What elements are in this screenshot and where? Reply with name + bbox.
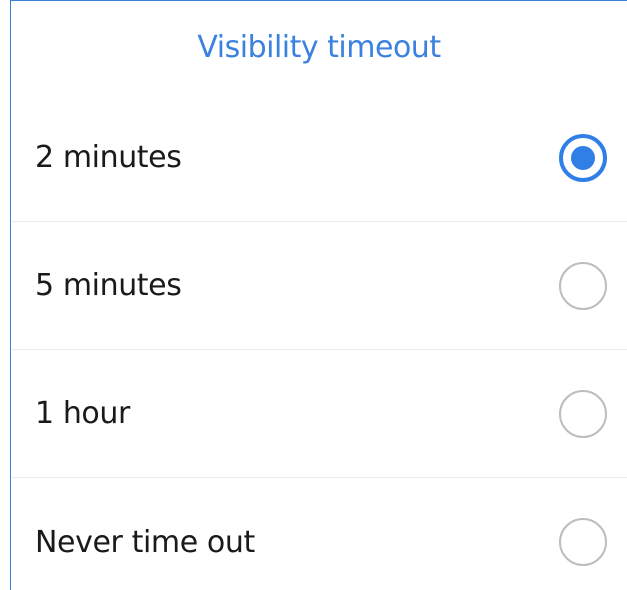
option-label: 2 minutes [35,140,182,175]
visibility-timeout-dialog: Visibility timeout 2 minutes 5 minutes 1… [10,0,627,590]
timeout-option-list: 2 minutes 5 minutes 1 hour Never time ou… [11,94,627,590]
option-never-time-out[interactable]: Never time out [11,478,627,590]
radio-button[interactable] [559,389,607,438]
radio-button[interactable] [559,133,607,182]
dialog-title: Visibility timeout [197,30,441,65]
radio-button[interactable] [559,261,607,310]
radio-selected-dot [571,145,595,170]
option-label: 1 hour [35,396,130,431]
option-1-hour[interactable]: 1 hour [11,350,627,478]
option-5-minutes[interactable]: 5 minutes [11,222,627,350]
option-label: 5 minutes [35,268,182,303]
option-2-minutes[interactable]: 2 minutes [11,94,627,222]
radio-button[interactable] [559,518,607,566]
option-label: Never time out [35,524,255,560]
